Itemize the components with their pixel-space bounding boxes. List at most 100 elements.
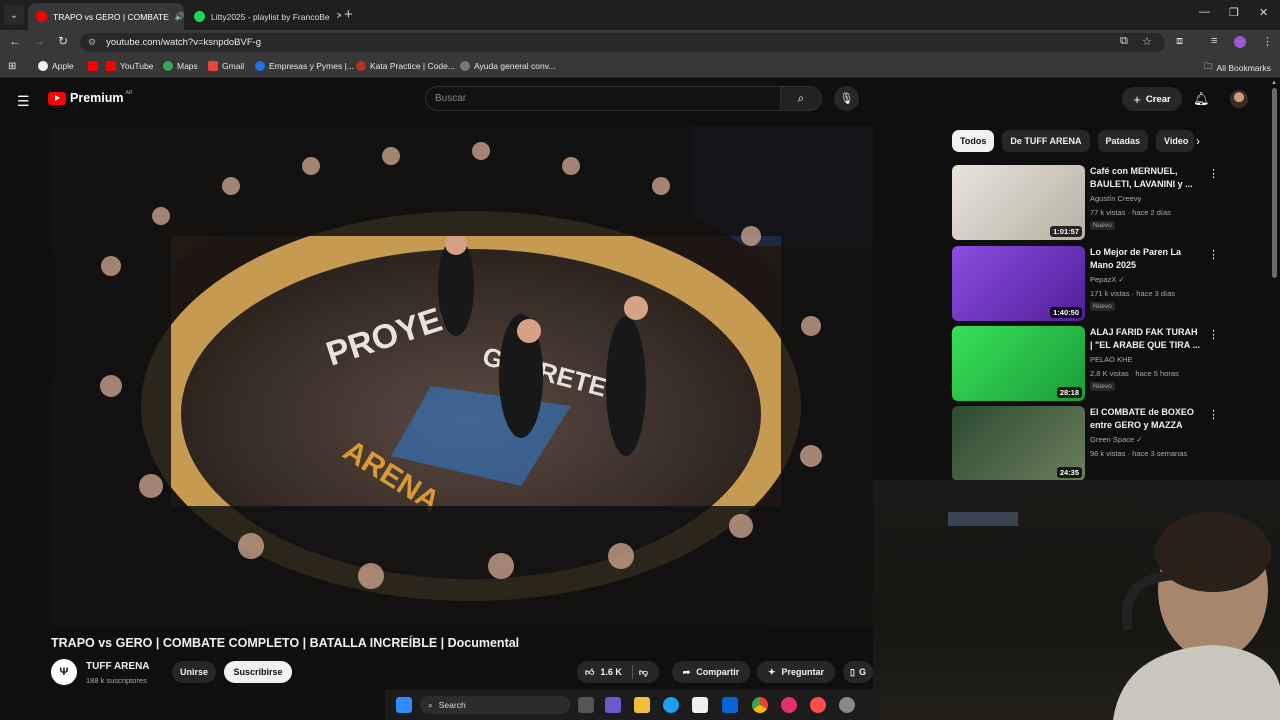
all-bookmarks[interactable]: 🗀 All Bookmarks [1204, 61, 1271, 75]
app-icon[interactable] [810, 697, 826, 713]
media-icon[interactable]: ≡ [1211, 35, 1217, 47]
recommendation-meta: 98 k vistas · hace 3 semanas [1090, 449, 1188, 458]
more-options-icon[interactable]: ⋮ [1208, 408, 1219, 421]
search-button[interactable]: ⌕ [781, 86, 822, 111]
minimize-icon[interactable]: — [1199, 6, 1210, 18]
new-tab-button[interactable]: + [344, 6, 353, 23]
edge-icon[interactable] [663, 697, 679, 713]
kebab-menu-icon[interactable]: ⋮ [1262, 35, 1273, 48]
chip-patadas[interactable]: Patadas [1097, 130, 1149, 152]
bookmark-youtube-1[interactable] [88, 61, 98, 71]
speaker-icon[interactable]: 🔊 [175, 12, 184, 21]
recommendation-title[interactable]: ALAJ FARID FAK TURAH | "EL ARABE QUE TIR… [1090, 326, 1200, 351]
video-thumbnail[interactable]: 28:18 [952, 326, 1085, 401]
file-explorer-icon[interactable] [634, 697, 650, 713]
recommendation-channel[interactable]: PELAO KHE [1090, 355, 1133, 364]
thumbs-down-icon[interactable]: 👎︎ [639, 667, 648, 678]
address-bar[interactable]: ⚙ youtube.com/watch?v=ksnpdoBVF-g [80, 33, 1165, 52]
store-icon[interactable] [692, 697, 708, 713]
thumbs-up-icon[interactable]: 👍︎ [585, 667, 594, 678]
apps-icon[interactable]: ⊞ [8, 61, 16, 72]
recommendation-channel[interactable]: Green Space ✓ [1090, 435, 1143, 444]
share-button[interactable]: ➦ Compartir [672, 661, 750, 683]
openai-icon [460, 61, 470, 71]
restore-icon[interactable]: ❐ [1229, 6, 1239, 19]
reload-icon[interactable]: ↻ [55, 34, 71, 48]
cast-icon[interactable]: ⧉ [1120, 35, 1128, 48]
like-dislike-group[interactable]: 👍︎ 1.6 K 👎︎ [577, 661, 659, 683]
close-tab-icon[interactable]: ✕ [336, 11, 341, 22]
ask-button[interactable]: ✦ Preguntar [757, 661, 835, 683]
recommendation-title[interactable]: Lo Mejor de Paren La Mano 2025 [1090, 246, 1200, 271]
recommendation-title[interactable]: El COMBATE de BOXEO entre GERO y MAZZA [1090, 406, 1200, 431]
close-window-icon[interactable]: ✕ [1259, 6, 1268, 19]
site-info-icon[interactable]: ⚙ [88, 37, 96, 48]
sparkle-icon: ✦ [767, 666, 776, 677]
video-thumbnail[interactable]: 1:01:57 [952, 165, 1085, 240]
codewars-icon [356, 61, 366, 71]
bookmark-maps[interactable]: Maps [163, 61, 198, 71]
chrome-icon[interactable] [752, 697, 768, 713]
tab-trapo-vs-gero[interactable]: TRAPO vs GERO | COMBATE 🔊 ✕ [28, 3, 184, 30]
extensions-icon[interactable]: ⧈ [1176, 35, 1183, 48]
windows-start-icon[interactable] [396, 697, 412, 713]
bookmark-empresas[interactable]: Empresas y Pymes |... [255, 61, 354, 71]
hamburger-menu-icon[interactable]: ☰ [17, 93, 30, 110]
bell-icon[interactable]: 🔔︎ [1193, 91, 1210, 107]
tab-label: Litty2025 - playlist by FrancoBe [211, 11, 330, 22]
bookmark-gmail[interactable]: Gmail [208, 61, 244, 71]
scroll-up-icon[interactable]: ▲ [1271, 80, 1277, 86]
taskbar-search[interactable]: ⌕ Search [420, 696, 570, 714]
recommendation-item[interactable]: 28:18 ALAJ FARID FAK TURAH | "EL ARABE Q… [952, 326, 1219, 402]
divider [631, 665, 633, 679]
more-options-icon[interactable]: ⋮ [1208, 248, 1219, 261]
forward-icon[interactable]: → [31, 34, 47, 48]
outlook-icon[interactable] [722, 697, 738, 713]
subscribe-button[interactable]: Suscribirse [224, 661, 292, 683]
youtube-premium-logo[interactable]: Premium AR [48, 90, 132, 105]
task-view-icon[interactable] [578, 697, 594, 713]
bookmark-kata[interactable]: Kata Practice | Code... [356, 61, 455, 71]
chevron-right-icon[interactable]: › [1196, 134, 1200, 148]
create-button[interactable]: + Crear [1122, 87, 1182, 111]
chip-video[interactable]: Video [1156, 130, 1195, 152]
more-options-icon[interactable]: ⋮ [1208, 167, 1219, 180]
new-badge: Nuevo [1090, 221, 1115, 230]
recommendation-item[interactable]: 24:35 El COMBATE de BOXEO entre GERO y M… [952, 406, 1219, 482]
page-scrollbar[interactable] [1272, 88, 1277, 278]
search-icon: ⌕ [428, 699, 433, 710]
recommendation-item[interactable]: 1:01:57 Café con MERNUEL, BAULETI, LAVAN… [952, 165, 1219, 241]
settings-gear-icon[interactable] [839, 697, 855, 713]
bookmark-apple[interactable]: Apple [38, 61, 74, 71]
video-player[interactable]: PROYEC GUARETE ARENA [51, 126, 873, 626]
recommendation-channel[interactable]: Agustín Creevy [1090, 194, 1141, 203]
channel-avatar[interactable]: Ψ [51, 659, 77, 685]
recommendation-title[interactable]: Café con MERNUEL, BAULETI, LAVANINI y ..… [1090, 165, 1200, 190]
video-thumbnail[interactable]: 24:35 [952, 406, 1085, 481]
chip-de-tuff-arena[interactable]: De TUFF ARENA [1002, 130, 1090, 152]
search-icon: ⌕ [797, 91, 805, 105]
video-thumbnail[interactable]: 1:40:50 [952, 246, 1085, 321]
duration-badge: 28:18 [1056, 387, 1082, 398]
profile-icon[interactable] [1234, 36, 1246, 48]
recommendation-channel[interactable]: PepazX ✓ [1090, 275, 1125, 284]
tab-search-button[interactable]: ⌄ [4, 5, 24, 25]
avatar[interactable] [1230, 90, 1248, 108]
back-icon[interactable]: ← [7, 34, 23, 48]
voice-search-button[interactable]: 🎙 [834, 86, 859, 111]
bookmark-ayuda[interactable]: Ayuda general conv... [460, 61, 555, 71]
more-options-icon[interactable]: ⋮ [1208, 328, 1219, 341]
tab-litty2025[interactable]: Litty2025 - playlist by FrancoBe ✕ [186, 3, 341, 30]
recommendation-item[interactable]: 1:40:50 Lo Mejor de Paren La Mano 2025 P… [952, 246, 1219, 322]
instagram-icon[interactable] [781, 697, 797, 713]
save-button[interactable]: ▯ G [843, 661, 873, 683]
join-button[interactable]: Unirse [172, 661, 216, 683]
channel-name[interactable]: TUFF ARENA [86, 661, 150, 672]
bookmark-youtube[interactable]: YouTube [106, 61, 153, 71]
bookmarks-bar: ⊞ Apple YouTube Maps Gmail Empresas y Py… [0, 56, 1280, 78]
star-icon[interactable]: ☆ [1142, 35, 1152, 48]
verified-icon: ✓ [1118, 275, 1125, 284]
search-input[interactable]: Buscar [425, 86, 781, 111]
chip-todos[interactable]: Todos [952, 130, 995, 152]
copilot-icon[interactable] [605, 697, 621, 713]
